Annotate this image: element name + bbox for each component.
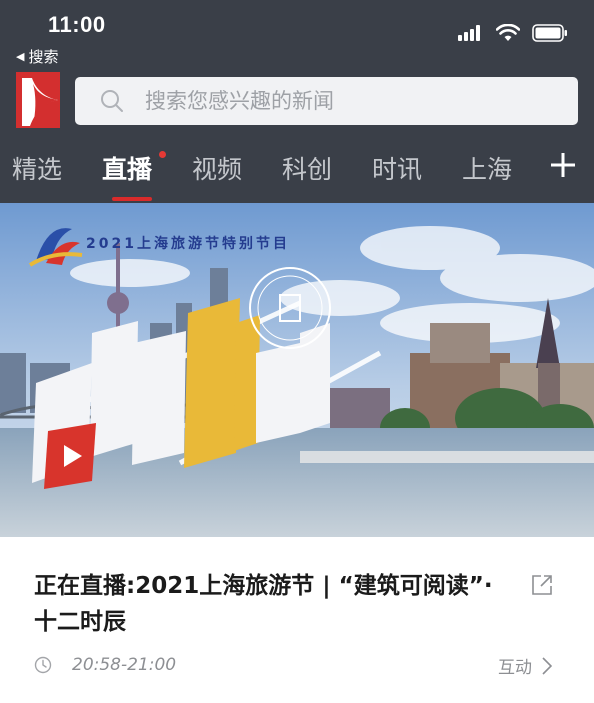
play-button-icon[interactable] [40,423,100,489]
active-tab-indicator [112,197,152,201]
back-to-search-link[interactable]: ◀ 搜索 [16,46,58,67]
clock-icon [34,656,52,674]
status-bar: 11:00 [0,0,594,48]
article-card[interactable]: 正在直播:2021上海旅游节 | “建筑可阅读”·十二时辰 20:58-21:0… [0,537,594,703]
article-title[interactable]: 正在直播:2021上海旅游节 | “建筑可阅读”·十二时辰 [34,568,504,640]
search-icon [101,90,123,112]
battery-icon [532,24,567,42]
share-icon[interactable] [530,573,554,597]
status-time: 11:00 [48,12,106,37]
live-time-range: 20:58-21:00 [72,655,177,675]
search-input[interactable] [145,89,525,113]
tab-shanghai[interactable]: 上海 [462,150,512,186]
banner-subtitle: 2021上海旅游节特别节目 [86,236,290,252]
search-box[interactable] [75,77,578,125]
tab-shipin[interactable]: 视频 [192,150,242,186]
live-banner[interactable]: 2021上海旅游节特别节目 [0,203,594,537]
add-channel-icon[interactable] [548,150,578,180]
tab-jingxuan[interactable]: 精选 [12,150,62,186]
status-icons [458,23,568,43]
channel-tabs: 精选 直播 视频 科创 时讯 上海 [0,140,594,203]
wifi-icon [496,24,520,41]
interact-button[interactable]: 互动 [498,653,552,678]
search-row [0,72,594,128]
chevron-right-icon [542,656,552,675]
back-arrow-icon: ◀ [16,50,25,63]
article-meta: 20:58-21:00 互动 [34,653,564,678]
app-logo[interactable] [16,72,60,128]
tab-kechuang[interactable]: 科创 [282,150,332,186]
interact-label: 互动 [498,658,532,678]
tab-zhibo[interactable]: 直播 [102,150,152,186]
cellular-signal-icon [458,25,480,41]
tab-shixun[interactable]: 时讯 [372,150,422,186]
app-header: 11:00 ◀ 搜索 搜索您感兴趣的新闻 精选 直播 视频 科创 时讯 上海 [0,0,594,203]
back-label: 搜索 [28,48,59,66]
new-content-dot [159,151,166,158]
